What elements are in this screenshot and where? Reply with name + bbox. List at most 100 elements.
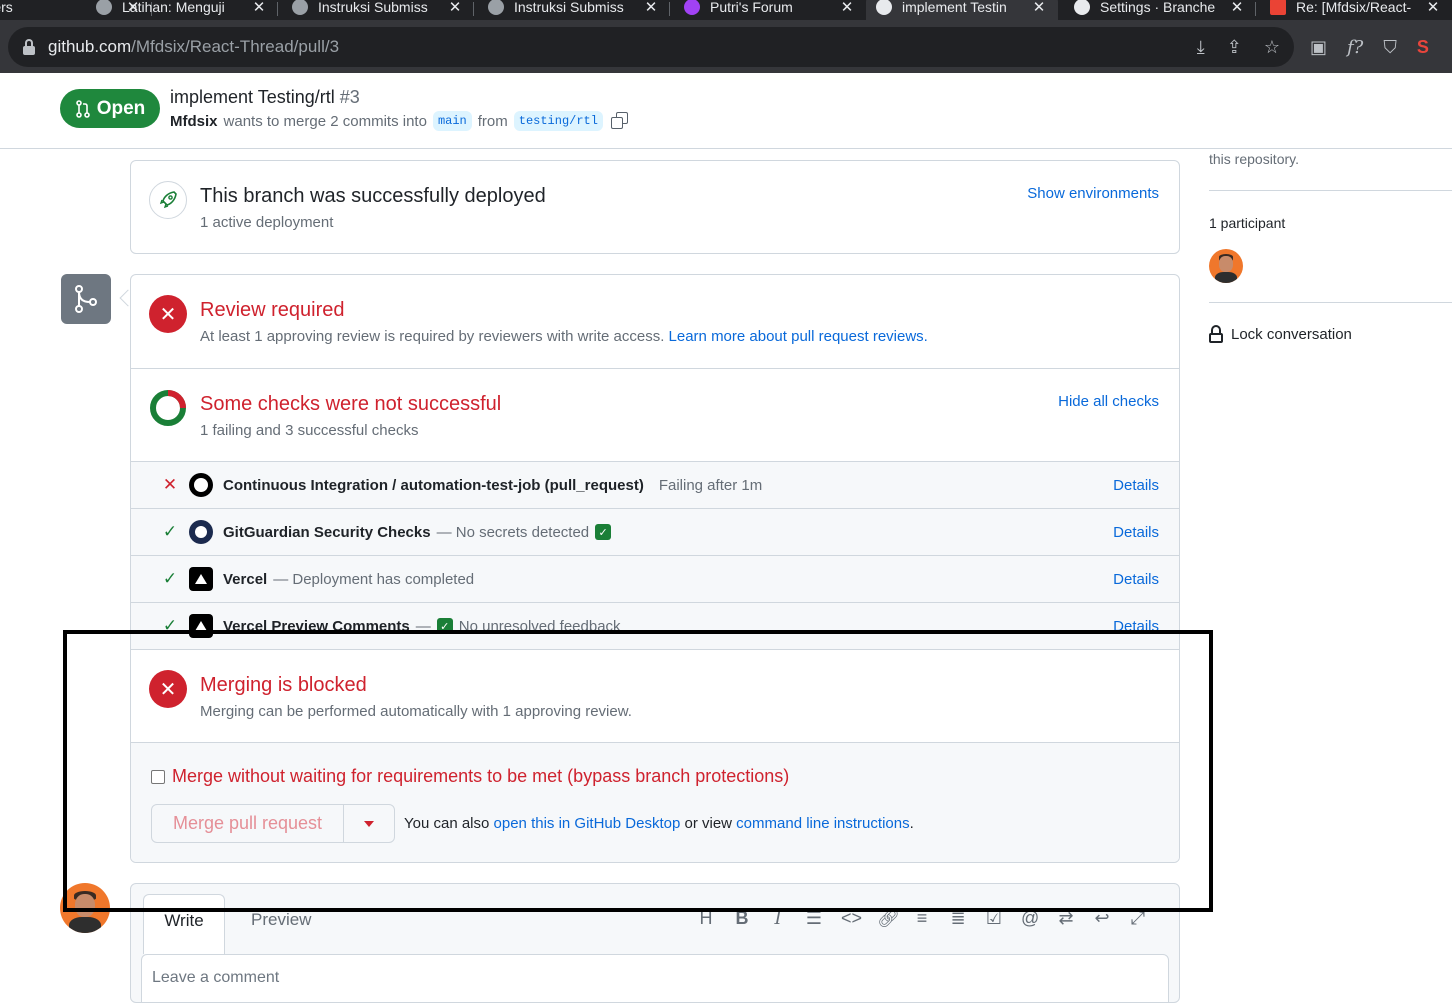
link-icon[interactable]: 🔗︎ bbox=[877, 908, 900, 929]
code-icon[interactable]: <> bbox=[841, 908, 862, 929]
picture-in-picture-icon[interactable]: ▣ bbox=[1310, 37, 1327, 58]
close-icon[interactable]: ✕ bbox=[1228, 0, 1246, 16]
merge-pull-request-button[interactable]: Merge pull request bbox=[152, 805, 344, 842]
fullscreen-icon[interactable]: ⤢ bbox=[1129, 908, 1147, 929]
checks-title: Some checks were not successful bbox=[200, 393, 502, 415]
checks-subtitle: 1 failing and 3 successful checks bbox=[200, 422, 419, 439]
close-icon[interactable]: ✕ bbox=[838, 0, 856, 16]
learn-more-reviews-link[interactable]: Learn more about pull request reviews. bbox=[669, 328, 928, 345]
seo-extension-icon[interactable]: S bbox=[1417, 37, 1429, 58]
reply-icon[interactable]: ↩ bbox=[1093, 908, 1111, 929]
pr-from-text: from bbox=[477, 112, 508, 130]
close-icon[interactable]: ✕ bbox=[250, 0, 268, 16]
url-text[interactable]: github.com/Mfdsix/React-Thread/pull/3 bbox=[48, 37, 339, 57]
comment-form: Write Preview H B I ☰ <> 🔗︎ ≡ ≣ ☑ @ ⇄ ↩ … bbox=[130, 883, 1180, 1003]
check-details-link[interactable]: Details bbox=[1113, 477, 1159, 494]
base-branch[interactable]: main bbox=[432, 111, 472, 131]
check-row: ✓ GitGuardian Security Checks — No secre… bbox=[131, 508, 1179, 555]
formula-extension-icon[interactable]: f? bbox=[1347, 37, 1363, 58]
markdown-toolbar: H B I ☰ <> 🔗︎ ≡ ≣ ☑ @ ⇄ ↩ ⤢ bbox=[697, 908, 1147, 929]
italic-icon[interactable]: I bbox=[769, 908, 787, 929]
merge-method-dropdown[interactable] bbox=[344, 805, 394, 842]
pr-author-link[interactable]: Mfdsix bbox=[170, 113, 218, 130]
browser-tab[interactable]: Instruksi Submiss ✕ bbox=[478, 0, 670, 20]
address-bar[interactable]: github.com/Mfdsix/React-Thread/pull/3 ⤓ … bbox=[8, 27, 1294, 67]
browser-tab[interactable]: Latihan: Menguji ✕ bbox=[86, 0, 278, 20]
cross-reference-icon[interactable]: ⇄ bbox=[1057, 908, 1075, 929]
check-name: GitGuardian Security Checks bbox=[223, 523, 431, 541]
tab-write[interactable]: Write bbox=[143, 894, 225, 954]
check-box-icon: ✓ bbox=[436, 618, 453, 634]
tab-preview[interactable]: Preview bbox=[251, 910, 311, 930]
install-app-icon[interactable]: ⤓ bbox=[1197, 37, 1205, 58]
or-view-text: or view bbox=[684, 815, 732, 832]
check-details-link[interactable]: Details bbox=[1113, 618, 1159, 635]
browser-tab[interactable]: Settings · Branche ✕ bbox=[1064, 0, 1256, 20]
sidebar-repo-text: this repository. bbox=[1209, 151, 1299, 167]
triangle-down-icon bbox=[364, 820, 374, 827]
also-text: You can also bbox=[404, 815, 490, 832]
dicoding-icon bbox=[96, 0, 112, 15]
bookmark-star-icon[interactable]: ☆ bbox=[1264, 37, 1280, 58]
pr-state-label: Open bbox=[96, 97, 146, 119]
browser-toolbar: github.com/Mfdsix/React-Thread/pull/3 ⤓ … bbox=[0, 20, 1452, 73]
bold-icon[interactable]: B bbox=[733, 908, 751, 929]
bypass-checkbox[interactable] bbox=[151, 769, 165, 784]
unordered-list-icon[interactable]: ≡ bbox=[913, 908, 931, 929]
show-environments-link[interactable]: Show environments bbox=[1027, 185, 1159, 202]
task-list-icon[interactable]: ☑ bbox=[985, 908, 1003, 929]
head-branch[interactable]: testing/rtl bbox=[513, 111, 603, 131]
browser-tab[interactable]: Instruksi Submiss ✕ bbox=[282, 0, 474, 20]
check-description-text: — No secrets detected bbox=[436, 523, 590, 541]
share-icon[interactable]: ⇪ bbox=[1227, 37, 1242, 58]
avatar[interactable] bbox=[60, 883, 110, 933]
tab-title: implement Testin bbox=[902, 0, 1007, 15]
check-icon: ✓ bbox=[162, 522, 178, 541]
close-icon[interactable]: ✕ bbox=[446, 0, 464, 16]
checks-section: Some checks were not successful 1 failin… bbox=[131, 369, 1179, 461]
sidebar-divider bbox=[1209, 302, 1452, 303]
pr-title: implement Testing/rtl #3 bbox=[170, 87, 360, 108]
check-description-text: No unresolved feedback bbox=[458, 617, 621, 635]
lock-conversation-button[interactable]: Lock conversation bbox=[1209, 325, 1352, 343]
url-path: /Mfdsix/React-Thread/pull/3 bbox=[131, 37, 340, 56]
git-merge-icon bbox=[61, 274, 111, 324]
deployment-subtitle: 1 active deployment bbox=[200, 214, 334, 231]
merging-blocked-title: Merging is blocked bbox=[200, 674, 367, 696]
comment-textarea[interactable]: Leave a comment bbox=[141, 954, 1169, 1002]
check-description: — No secrets detected ✓ bbox=[437, 524, 612, 541]
close-icon[interactable]: ✕ bbox=[1030, 0, 1048, 16]
copy-icon[interactable] bbox=[610, 112, 629, 130]
browser-tab-active[interactable]: implement Testin ✕ bbox=[866, 0, 1058, 20]
shield-extension-icon[interactable]: ⛉ bbox=[1383, 37, 1397, 58]
command-line-instructions-link[interactable]: command line instructions bbox=[736, 815, 909, 832]
lock-icon[interactable] bbox=[22, 39, 36, 55]
pr-header: Open implement Testing/rtl #3 Mfdsix wan… bbox=[0, 73, 1452, 149]
browser-tab[interactable]: Putri's Forum ✕ bbox=[674, 0, 866, 20]
hide-all-checks-link[interactable]: Hide all checks bbox=[1058, 393, 1159, 410]
vite-icon bbox=[684, 0, 700, 15]
participant-avatar[interactable] bbox=[1209, 249, 1243, 283]
merging-blocked-subtitle: Merging can be performed automatically w… bbox=[200, 703, 632, 720]
mention-icon[interactable]: @ bbox=[1021, 908, 1039, 929]
close-icon[interactable]: ✕ bbox=[642, 0, 660, 16]
dicoding-icon bbox=[488, 0, 504, 15]
heading-icon[interactable]: H bbox=[697, 908, 715, 929]
checks-donut-icon bbox=[149, 389, 187, 427]
check-description-dash: — bbox=[415, 617, 431, 635]
browser-tab[interactable]: Re: [Mfdsix/React- ✕ bbox=[1260, 0, 1452, 20]
bypass-option[interactable]: Merge without waiting for requirements t… bbox=[151, 766, 789, 787]
check-details-link[interactable]: Details bbox=[1113, 524, 1159, 541]
gitguardian-icon bbox=[189, 520, 213, 544]
participants-heading: 1 participant bbox=[1209, 215, 1286, 231]
pr-title-text: implement Testing/rtl bbox=[170, 87, 335, 107]
quote-icon[interactable]: ☰ bbox=[805, 908, 823, 929]
close-icon[interactable]: ✕ bbox=[1424, 0, 1442, 16]
pr-number: #3 bbox=[339, 87, 360, 107]
check-row: ✓ Vercel — Deployment has completed Deta… bbox=[131, 555, 1179, 602]
ordered-list-icon[interactable]: ≣ bbox=[949, 908, 967, 929]
dicoding-icon bbox=[292, 0, 308, 15]
open-github-desktop-link[interactable]: open this in GitHub Desktop bbox=[494, 815, 681, 832]
review-required-text: At least 1 approving review is required … bbox=[200, 328, 665, 345]
check-details-link[interactable]: Details bbox=[1113, 571, 1159, 588]
